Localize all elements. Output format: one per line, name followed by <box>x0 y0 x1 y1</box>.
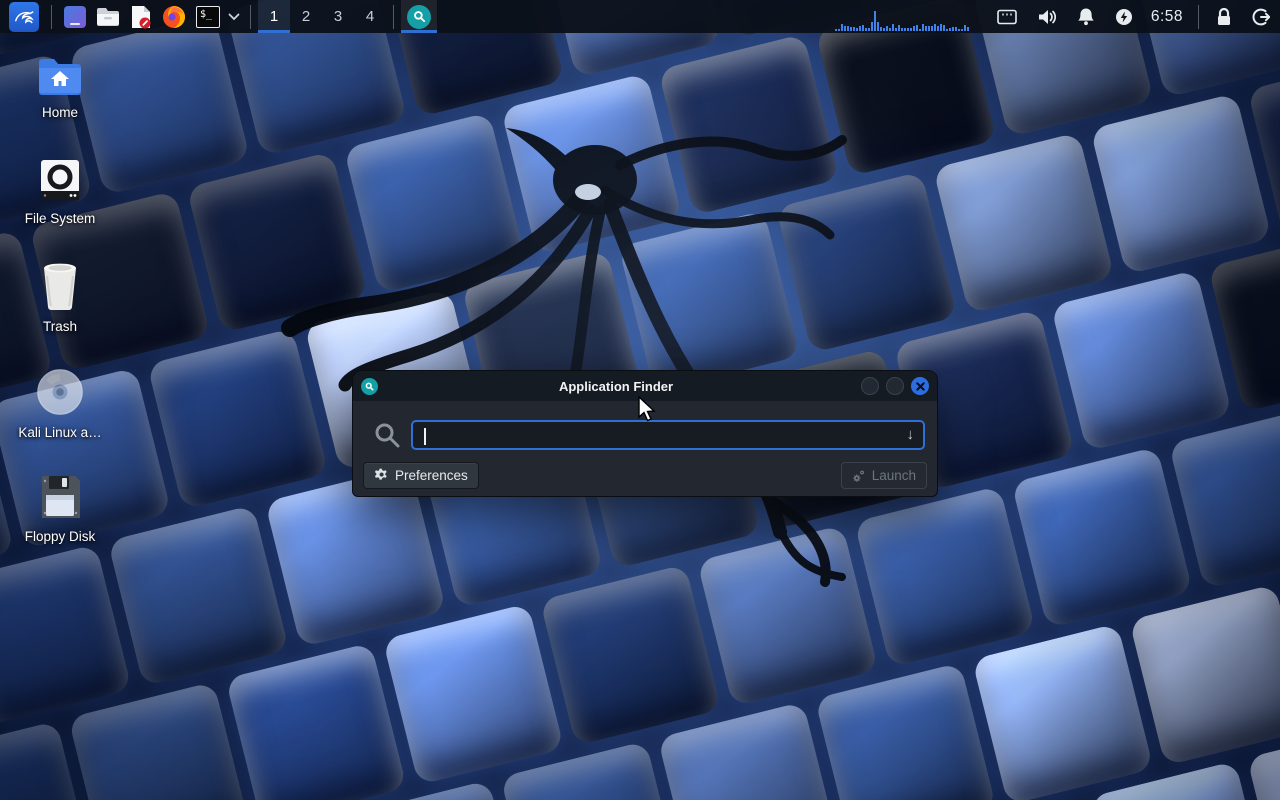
application-finder-icon <box>407 5 431 29</box>
terminal-icon: $_ <box>196 6 220 28</box>
notifications-bell-icon[interactable] <box>1067 0 1105 33</box>
firefox-launcher[interactable] <box>157 0 191 33</box>
desktop-icon-label: Kali Linux a… <box>18 425 101 440</box>
desktop-icon-label: Trash <box>43 319 77 334</box>
workspace-2[interactable]: 2 <box>290 0 322 33</box>
text-editor-icon <box>130 5 152 29</box>
panel-separator <box>250 5 251 29</box>
window-icon <box>361 378 378 395</box>
desktop-icon-label: Home <box>42 105 78 120</box>
gear-icon <box>374 468 389 483</box>
preferences-button[interactable]: Preferences <box>363 462 479 489</box>
close-button[interactable] <box>911 377 929 395</box>
launch-gears-icon <box>852 469 866 483</box>
terminal-dropdown[interactable] <box>225 0 243 33</box>
panel-separator <box>1198 5 1199 29</box>
desktop-icon-floppy-disk[interactable]: Floppy Disk <box>12 474 108 544</box>
optical-disc-icon <box>36 368 84 416</box>
trash-bin-icon <box>39 262 81 310</box>
applications-menu-button[interactable] <box>2 0 44 33</box>
lock-screen-icon[interactable] <box>1206 0 1242 33</box>
close-icon <box>916 382 925 391</box>
history-dropdown-arrow[interactable]: ↓ <box>907 426 915 443</box>
preferences-label: Preferences <box>395 468 468 483</box>
desktop-icon-label: File System <box>25 211 96 226</box>
mouse-cursor <box>637 396 657 424</box>
desktop-icon-trash[interactable]: Trash <box>12 262 108 334</box>
launch-label: Launch <box>872 468 916 483</box>
search-icon <box>373 421 401 449</box>
hard-drive-icon <box>38 158 82 202</box>
clock[interactable]: 6:58 <box>1143 8 1191 26</box>
desktop-window-icon <box>64 6 86 28</box>
search-input[interactable]: ↓ <box>411 420 925 450</box>
taskbar-application-finder[interactable] <box>401 0 437 33</box>
folder-icon <box>96 6 120 28</box>
workspace-4[interactable]: 4 <box>354 0 386 33</box>
desktop-icon-label: Floppy Disk <box>25 529 96 544</box>
search-text-field[interactable] <box>413 422 923 448</box>
application-finder-window: Application Finder ↓ Preferences <box>352 370 938 497</box>
kali-dragon-silhouette <box>250 70 910 630</box>
file-manager-launcher[interactable] <box>91 0 125 33</box>
panel-separator <box>393 5 394 29</box>
firefox-icon <box>162 5 186 29</box>
workspace-3[interactable]: 3 <box>322 0 354 33</box>
desktop-icon-file-system[interactable]: File System <box>12 158 108 226</box>
display-tray-icon[interactable] <box>987 0 1027 33</box>
logout-icon[interactable] <box>1242 0 1280 33</box>
floppy-disk-icon <box>38 474 82 520</box>
volume-tray-icon[interactable] <box>1027 0 1067 33</box>
window-title: Application Finder <box>378 379 854 394</box>
show-desktop-launcher[interactable] <box>59 0 91 33</box>
cpu-graph-monitor[interactable] <box>835 0 973 33</box>
launch-button[interactable]: Launch <box>841 462 927 489</box>
chevron-down-icon <box>228 13 240 21</box>
top-panel: $_ 1 2 3 4 <box>0 0 1280 33</box>
terminal-launcher[interactable]: $_ <box>191 0 225 33</box>
workspace-1[interactable]: 1 <box>258 0 290 33</box>
desktop-icon-home[interactable]: Home <box>12 56 108 120</box>
kali-logo-icon <box>9 2 39 32</box>
power-manager-icon[interactable] <box>1105 0 1143 33</box>
panel-separator <box>51 5 52 29</box>
maximize-button[interactable] <box>886 377 904 395</box>
desktop-icon-kali-cd[interactable]: Kali Linux a… <box>12 368 108 440</box>
text-caret <box>424 428 426 445</box>
minimize-button[interactable] <box>861 377 879 395</box>
home-folder-icon <box>37 56 83 96</box>
text-editor-launcher[interactable] <box>125 0 157 33</box>
